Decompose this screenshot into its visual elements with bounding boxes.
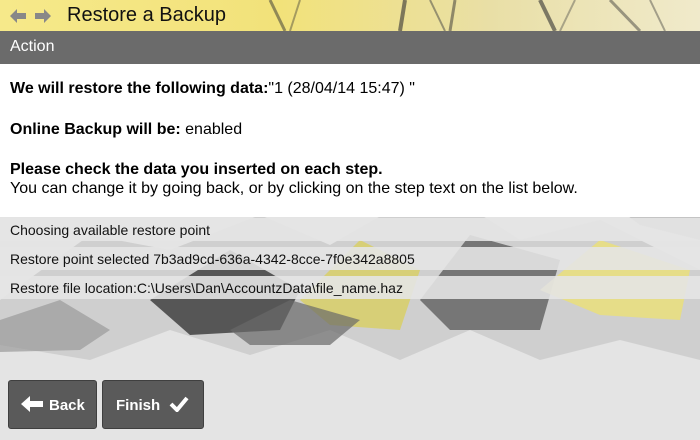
section-header-label: Action — [10, 38, 55, 55]
step-item-restore-point[interactable]: Choosing available restore point — [0, 218, 700, 241]
summary-panel: We will restore the following data:"1 (2… — [0, 64, 700, 217]
step-item-label: Restore file location:C:\Users\Dan\Accou… — [10, 280, 403, 296]
step-item-point-selected[interactable]: Restore point selected 7b3ad9cd-636a-434… — [0, 247, 700, 270]
online-backup-line: Online Backup will be: enabled — [10, 121, 242, 139]
check-heading: Please check the data you inserted on ea… — [10, 161, 383, 179]
restore-data-label: We will restore the following data: — [10, 80, 269, 97]
check-heading-text: Please check the data you inserted on ea… — [10, 161, 383, 178]
step-item-label: Restore point selected 7b3ad9cd-636a-434… — [10, 251, 415, 267]
forward-arrow-icon[interactable] — [35, 9, 51, 23]
check-hint: You can change it by going back, or by c… — [10, 180, 578, 197]
online-backup-value: enabled — [180, 121, 243, 138]
section-header: Action — [0, 31, 700, 64]
step-item-label: Choosing available restore point — [10, 222, 211, 238]
back-arrow-icon[interactable] — [10, 9, 26, 23]
finish-button-label: Finish — [116, 397, 161, 414]
online-backup-label: Online Backup will be: — [10, 121, 181, 138]
step-item-file-location[interactable]: Restore file location:C:\Users\Dan\Accou… — [0, 276, 700, 299]
window-title: Restore a Backup — [67, 4, 226, 26]
title-bar: Restore a Backup — [0, 0, 700, 31]
back-button-label: Back — [49, 397, 85, 414]
left-arrow-icon — [21, 396, 43, 412]
restore-data-line: We will restore the following data:"1 (2… — [10, 80, 415, 98]
checkmark-icon — [169, 396, 189, 412]
finish-button[interactable]: Finish — [102, 380, 204, 429]
restore-data-value: "1 (28/04/14 15:47) " — [268, 80, 415, 97]
back-button[interactable]: Back — [8, 380, 97, 429]
